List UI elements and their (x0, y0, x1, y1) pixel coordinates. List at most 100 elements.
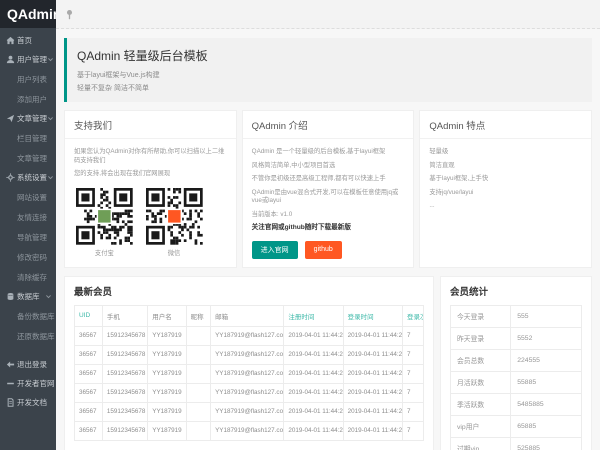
stats-row: 季活跃数5485885 (451, 393, 582, 415)
stats-value: 525885 (511, 437, 582, 450)
official-site-button[interactable]: 进入官网 (252, 241, 298, 259)
sidebar-subitem-3-2[interactable]: 导航管理 (0, 233, 47, 242)
stats-row: 会员总数224555 (451, 349, 582, 371)
column-header-6[interactable]: 登录时间 (343, 305, 402, 326)
sidebar-item-label: 系统设置 (17, 172, 47, 183)
sidebar-subitem-1-1[interactable]: 添加用户 (0, 95, 47, 104)
sidebar-subitem-3-4[interactable]: 清除缓存 (0, 273, 47, 282)
stats-table: 今天登录555昨天登录5552会员总数224555月活跃数55885季活跃数54… (450, 305, 582, 450)
github-button[interactable]: github (305, 241, 342, 259)
support-text-1: 如果您认为QAdmin对你有所帮助,你可以扫描以上二维码支持我们 (74, 148, 227, 165)
bottom-row: 最新会员 UID手机用户名昵称邮箱注册时间登录时间登录次数36567159123… (64, 276, 592, 450)
gear-icon (5, 173, 15, 182)
pin-icon[interactable] (64, 9, 75, 20)
table-cell (186, 383, 210, 402)
sidebar-item-7[interactable]: 开发文档 (0, 393, 56, 412)
stats-value: 224555 (511, 349, 582, 371)
sidebar-item-0[interactable]: 首页 (0, 31, 56, 50)
qr-code-label: 支付宝 (74, 248, 135, 257)
table-cell: 2019-04-01 11:44:20 (343, 402, 402, 421)
app-logo: QAdmin (0, 0, 56, 28)
table-cell: YY187919 (148, 402, 186, 421)
stats-card: 会员统计 今天登录555昨天登录5552会员总数224555月活跃数55885季… (440, 276, 592, 450)
table-cell: 2019-04-01 11:44:20 (343, 383, 402, 402)
stats-label: 季活跃数 (451, 393, 511, 415)
sidebar-item-3[interactable]: 系统设置 (0, 168, 56, 187)
sidebar-item-label: 数据库 (17, 291, 40, 302)
stats-label: 过期vip (451, 437, 511, 450)
sidebar: QAdmin 首页用户管理用户列表添加用户文章管理栏目管理文章管理系统设置网站设… (0, 0, 56, 450)
table-cell: 36567 (75, 421, 103, 440)
sidebar-item-label: 首页 (17, 35, 32, 46)
feature-line-1: 简洁直观 (429, 162, 582, 171)
sidebar-subitem-1-0[interactable]: 用户列表 (0, 75, 47, 84)
intro-line-2: 不管你是初级还是高级工程师,都有可以快速上手 (252, 175, 405, 184)
table-cell (186, 421, 210, 440)
table-cell: 2019-04-01 11:44:20 (343, 326, 402, 345)
stats-label: 今天登录 (451, 305, 511, 327)
table-cell: YY187919@flash127.com (211, 383, 284, 402)
table-cell: 36567 (75, 383, 103, 402)
chevron-down-icon (45, 293, 52, 300)
qr-codes: 支付宝微信 (74, 186, 227, 258)
intro-card: QAdmin 介绍 QAdmin 是一个轻量级的后台模板,基于layui框架风格… (242, 110, 415, 268)
content: QAdmin 轻量级后台模板 基于layui框架与Vue.js构建 轻量不复杂 … (56, 29, 600, 450)
sidebar-item-6[interactable]: 开发者官网 (0, 374, 56, 393)
stats-row: 昨天登录5552 (451, 327, 582, 349)
sidebar-subitem-2-1[interactable]: 文章管理 (0, 154, 47, 163)
table-cell: 2019-04-01 11:44:20 (284, 383, 343, 402)
column-header-5[interactable]: 注册时间 (284, 305, 343, 326)
table-cell: YY187919 (148, 345, 186, 364)
qr-code-1: 微信 (144, 186, 205, 258)
members-table: UID手机用户名昵称邮箱注册时间登录时间登录次数3656715912345678… (74, 305, 424, 441)
table-cell: 15912345678 (102, 326, 147, 345)
sidebar-subitem-4-0[interactable]: 备份数据库 (0, 312, 55, 321)
qr-code-0: 支付宝 (74, 186, 135, 258)
doc-icon (5, 398, 15, 407)
column-header-0[interactable]: UID (75, 305, 103, 326)
chevron-down-icon (47, 115, 54, 122)
sidebar-subitem-3-1[interactable]: 友情连接 (0, 213, 47, 222)
main-area: QAdmin 轻量级后台模板 基于layui框架与Vue.js构建 轻量不复杂 … (56, 0, 600, 450)
table-cell: 2019-04-01 11:44:20 (284, 345, 343, 364)
column-header-3: 昵称 (186, 305, 210, 326)
stats-label: 月活跃数 (451, 371, 511, 393)
table-row: 3656715912345678YY187919YY187919@flash12… (75, 402, 424, 421)
banner-subtitle-2: 轻量不复杂 简洁不简单 (77, 83, 582, 93)
sidebar-subitem-3-0[interactable]: 网站设置 (0, 193, 47, 202)
sidebar-nav: 首页用户管理用户列表添加用户文章管理栏目管理文章管理系统设置网站设置友情连接导航… (0, 28, 56, 450)
sidebar-subitem-3-3[interactable]: 修改密码 (0, 253, 47, 262)
sidebar-item-2[interactable]: 文章管理 (0, 109, 56, 128)
support-text-2: 您的支持,将会出现在我们官网展现 (74, 170, 227, 179)
feature-line-0: 轻量级 (429, 148, 582, 157)
intro-highlight: 关注官网或github随时下载最新版 (252, 224, 405, 233)
intro-card-title: QAdmin 介绍 (243, 111, 414, 139)
column-header-7[interactable]: 登录次数 (403, 305, 424, 326)
table-cell: 2019-04-01 11:44:20 (343, 345, 402, 364)
info-cards-row: 支持我们 如果您认为QAdmin对你有所帮助,你可以扫描以上二维码支持我们 您的… (64, 110, 592, 268)
banner-card: QAdmin 轻量级后台模板 基于layui框架与Vue.js构建 轻量不复杂 … (64, 38, 592, 102)
stats-title: 会员统计 (450, 284, 582, 298)
sidebar-item-label: 开发者官网 (17, 378, 55, 389)
sidebar-item-4[interactable]: 数据库 (0, 287, 56, 306)
table-cell: 2019-04-01 11:44:20 (343, 421, 402, 440)
table-row: 3656715912345678YY187919YY187919@flash12… (75, 345, 424, 364)
table-cell: 36567 (75, 326, 103, 345)
feature-line-3: 支持jq/vue/layui (429, 189, 582, 198)
stats-label: vip用户 (451, 415, 511, 437)
chevron-down-icon (47, 56, 54, 63)
intro-line-0: QAdmin 是一个轻量级的后台模板,基于layui框架 (252, 148, 405, 157)
home-icon (5, 36, 15, 45)
feature-line-4: ... (429, 202, 582, 211)
sidebar-subitem-2-0[interactable]: 栏目管理 (0, 134, 47, 143)
sidebar-item-1[interactable]: 用户管理 (0, 50, 56, 69)
table-cell (186, 345, 210, 364)
sidebar-item-5[interactable]: 退出登录 (0, 355, 56, 374)
table-cell: 2019-04-01 11:44:20 (284, 402, 343, 421)
table-cell: 7 (403, 326, 424, 345)
intro-buttons: 进入官网 github (252, 241, 405, 259)
topbar (56, 0, 600, 29)
table-row: 3656715912345678YY187919YY187919@flash12… (75, 326, 424, 345)
stats-row: vip用户65885 (451, 415, 582, 437)
sidebar-subitem-4-1[interactable]: 还原数据库 (0, 332, 55, 341)
